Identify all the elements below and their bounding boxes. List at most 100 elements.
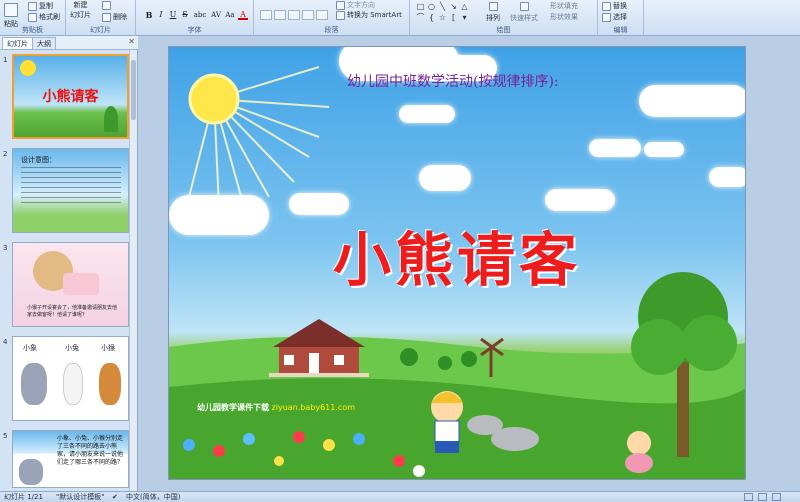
slide-number: 1: [3, 56, 8, 64]
text-direction-icon: [336, 0, 345, 10]
replace-button[interactable]: 替换: [602, 1, 627, 11]
underline-button[interactable]: U: [168, 10, 178, 20]
bold-button[interactable]: B: [144, 10, 154, 20]
sun-icon: [20, 60, 36, 76]
rabbit-icon: [63, 363, 83, 405]
quick-styles-button[interactable]: 快速样式: [510, 2, 538, 23]
shape-fill-button[interactable]: 形状填充: [550, 1, 578, 11]
drawing-group: □ ○ ╲ ↘ △ ⌒ { ☆ [ ▾ 排列 快速样式 形状填充 形状效果 绘图: [410, 0, 598, 36]
editing-group: 替换 选择 编辑: [598, 0, 644, 36]
select-button[interactable]: 选择: [602, 12, 627, 22]
oval-shape-icon[interactable]: ○: [427, 2, 436, 11]
thumb-title: 小熊请客: [42, 89, 99, 105]
shape-effects-button[interactable]: 形状效果: [550, 12, 578, 22]
slide-number: 5: [3, 432, 8, 440]
thumb-heading: 设计意图：: [21, 156, 56, 164]
clipboard-label: 剪贴板: [22, 26, 43, 34]
arrange-button[interactable]: 排列: [486, 2, 500, 23]
more-shapes-icon[interactable]: ▾: [460, 13, 469, 22]
italic-button[interactable]: I: [156, 10, 166, 20]
copy-icon: [28, 1, 37, 11]
slide-thumbnail-2[interactable]: 设计意图：: [12, 148, 129, 233]
cloud-icon: [644, 142, 684, 157]
star-shape-icon[interactable]: ☆: [438, 13, 447, 22]
paragraph-label: 段落: [324, 26, 339, 34]
brush-icon: [28, 12, 37, 22]
paste-icon: [4, 3, 18, 17]
arrow-shape-icon[interactable]: ↘: [449, 2, 458, 11]
shadow-button[interactable]: abc: [192, 10, 208, 20]
cloud-icon: [289, 193, 349, 215]
copy-button[interactable]: 复制: [28, 1, 53, 11]
smartart-icon: [336, 10, 345, 20]
watermark: 幼儿园教学课件下载 ziyuan.baby611.com: [197, 402, 355, 413]
ribbon: 粘贴 复制 格式刷 剪贴板 新建 幻灯片 删除 幻灯片 B I U S abc …: [0, 0, 800, 36]
layout-button[interactable]: [102, 1, 111, 10]
slide-thumbnail-panel: 幻灯片 大纲 ✕ 1 小熊请客 2 设计意图： 3 小猴子开设宴会了，他准备邀请…: [0, 36, 138, 491]
slide-subtitle[interactable]: 幼儿园中班数学活动(按规律排序):: [347, 71, 559, 91]
panel-scrollbar[interactable]: [129, 50, 137, 491]
slides-label: 幻灯片: [90, 26, 111, 34]
thumb-text-lines: [21, 167, 121, 207]
drawing-label: 绘图: [496, 26, 511, 34]
text-direction-button[interactable]: 文字方向: [336, 0, 375, 10]
spellcheck-icon[interactable]: ✔: [112, 492, 118, 502]
align-right-button[interactable]: [288, 10, 300, 20]
brace-shape-icon[interactable]: {: [427, 13, 436, 22]
tree-icon: [104, 106, 118, 132]
normal-view-icon[interactable]: [744, 493, 753, 501]
sun-icon: [188, 73, 240, 125]
slide-number: 3: [3, 244, 8, 252]
cloud-icon: [639, 85, 745, 117]
replace-icon: [602, 1, 611, 11]
font-group: B I U S abc AV Aa A 字体: [136, 0, 254, 36]
slide-thumbnail-4[interactable]: 小象 小兔 小猴: [12, 336, 129, 421]
smartart-button[interactable]: 转换为 SmartArt: [336, 10, 402, 20]
clipboard-group: 粘贴 复制 格式刷 剪贴板: [0, 0, 66, 36]
close-icon[interactable]: ✕: [128, 37, 135, 46]
quick-styles-icon: [519, 2, 529, 11]
tab-outline[interactable]: 大纲: [32, 37, 56, 49]
panel-tabs: 幻灯片 大纲 ✕: [0, 36, 138, 50]
watermark-url: ziyuan.baby611.com: [271, 403, 355, 412]
scrollbar-thumb[interactable]: [131, 60, 136, 120]
sorter-view-icon[interactable]: [758, 493, 767, 501]
change-case-button[interactable]: Aa: [224, 10, 236, 20]
slide-number: 4: [3, 338, 8, 346]
char-spacing-button[interactable]: AV: [210, 10, 222, 20]
delete-slide-button[interactable]: 删除: [102, 12, 127, 22]
new-slide-button[interactable]: 新建 幻灯片: [70, 1, 91, 19]
slide-title[interactable]: 小熊请客: [169, 213, 745, 297]
slide-thumbnail-5[interactable]: 小象、小兔、小猴分别走了三条不同的路去小熊家，请小朋友来说一说他们走了哪三条不同…: [12, 430, 129, 488]
select-icon: [602, 12, 611, 22]
slide-thumbnail-3[interactable]: 小猴子开设宴会了，他准备邀请朋友去他家去做客呀！他请了谁呢？: [12, 242, 129, 327]
bracket-shape-icon[interactable]: [: [449, 13, 458, 22]
cloud-icon: [545, 189, 615, 211]
line-shape-icon[interactable]: ╲: [438, 2, 447, 11]
slides-group: 新建 幻灯片 删除 幻灯片: [66, 0, 136, 36]
slide-thumbnail-1[interactable]: 小熊请客: [12, 54, 129, 139]
thumb-label-rabbit: 小兔: [65, 344, 79, 352]
slide-number: 2: [3, 150, 8, 158]
thumb-label-monkey: 小猴: [101, 344, 115, 352]
columns-button[interactable]: [316, 10, 328, 20]
format-painter-button[interactable]: 格式刷: [28, 12, 60, 22]
font-color-button[interactable]: A: [238, 10, 248, 20]
justify-button[interactable]: [302, 10, 314, 20]
slideshow-view-icon[interactable]: [772, 493, 781, 501]
triangle-shape-icon[interactable]: △: [460, 2, 469, 11]
align-left-button[interactable]: [260, 10, 272, 20]
slide-count: 幻灯片 1/21: [4, 493, 43, 501]
arrange-icon: [488, 2, 498, 11]
rectangle-shape-icon[interactable]: □: [416, 2, 425, 11]
elephant-icon: [21, 363, 47, 405]
strikethrough-button[interactable]: S: [180, 10, 190, 20]
language[interactable]: 中文(简体，中国): [126, 492, 180, 502]
font-label: 字体: [187, 26, 202, 34]
slide-canvas[interactable]: 幼儿园中班数学活动(按规律排序): 小熊请客 幼儿园教学课件下载 ziyuan.…: [168, 46, 746, 480]
tab-slides[interactable]: 幻灯片: [2, 37, 33, 49]
align-center-button[interactable]: [274, 10, 286, 20]
theme-name[interactable]: "默认设计模板": [56, 492, 104, 502]
curve-shape-icon[interactable]: ⌒: [416, 13, 425, 22]
cake-icon: [63, 273, 99, 295]
